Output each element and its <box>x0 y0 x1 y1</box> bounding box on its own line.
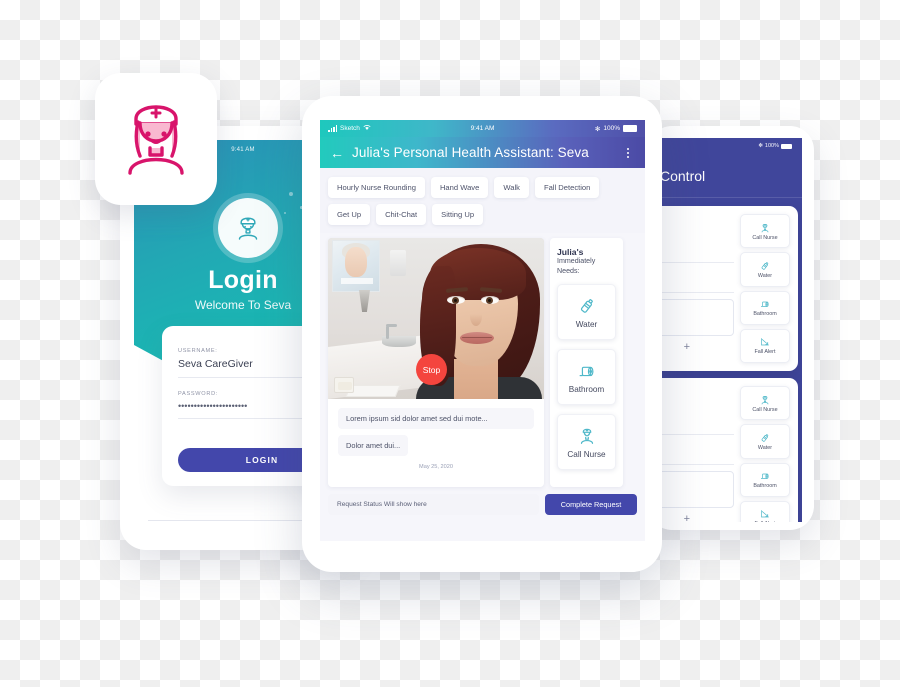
chip-fall-detection[interactable]: Fall Detection <box>534 177 600 198</box>
video-feed: Stop <box>328 238 544 399</box>
app-logo-tile <box>95 73 217 205</box>
conversation-panel: Stop Lorem ipsum sid dolor amet sed dui … <box>328 238 544 488</box>
nurse-icon <box>761 223 769 232</box>
chip-walk[interactable]: Walk <box>494 177 529 198</box>
action-chip-row: Hourly Nurse Rounding Hand Wave Walk Fal… <box>320 168 645 233</box>
candle-jar <box>334 377 354 393</box>
action-label: Call Nurse <box>752 406 778 413</box>
kebab-menu-icon[interactable] <box>621 146 635 160</box>
action-label: Fall Alert <box>754 349 776 356</box>
chip-hand-wave[interactable]: Hand Wave <box>430 177 489 198</box>
water-bottle-icon <box>761 434 769 442</box>
action-bathroom[interactable]: Bathroom <box>740 290 790 325</box>
faucet <box>386 324 397 339</box>
need-label: Call Nurse <box>567 450 606 460</box>
chip-sitting-up[interactable]: Sitting Up <box>432 204 484 225</box>
stop-button[interactable]: Stop <box>416 354 447 385</box>
action-label: Water <box>757 272 773 279</box>
message-list: Lorem ipsum sid dolor amet sed dui mote.… <box>328 399 544 480</box>
decor-dot <box>289 192 293 196</box>
control-phone-mockup: ✻ 100% Control OFFLINE ROOM NO: 603 PATI… <box>648 126 814 530</box>
message-date: May 25, 2020 <box>419 464 453 470</box>
status-bar: Sketch 9:41 AM ✻ 100% <box>320 120 645 137</box>
toilet-paper-icon <box>761 473 769 479</box>
carrier-label: Sketch <box>340 125 360 132</box>
bluetooth-icon: ✻ <box>594 125 601 133</box>
message-bubble: Lorem ipsum sid dolor amet sed dui mote.… <box>338 408 534 429</box>
assistant-phone-mockup: Sketch 9:41 AM ✻ 100% ← Julia's Personal… <box>302 96 662 572</box>
need-call-nurse-button[interactable]: Call Nurse <box>557 414 616 471</box>
action-label: Call Nurse <box>752 234 778 241</box>
water-bottle-icon <box>761 262 769 270</box>
footer-bar: Request Status Will show here Complete R… <box>320 487 645 516</box>
chip-hourly-nurse-rounding[interactable]: Hourly Nurse Rounding <box>328 177 425 198</box>
action-label: Fall Alert <box>755 521 776 522</box>
chip-chit-chat[interactable]: Chit-Chat <box>376 204 427 225</box>
water-bottle-icon <box>580 299 593 313</box>
control-screen: ✻ 100% Control OFFLINE ROOM NO: 603 PATI… <box>648 138 802 522</box>
wall-dispenser <box>390 250 406 276</box>
battery-icon <box>623 125 637 132</box>
status-time: 9:41 AM <box>470 125 495 132</box>
wall-poster <box>332 240 380 292</box>
needs-panel-subtitle: Immediately Needs: <box>557 257 596 275</box>
back-arrow-icon[interactable]: ← <box>330 145 352 161</box>
wifi-icon <box>363 124 371 133</box>
chip-get-up[interactable]: Get Up <box>328 204 371 225</box>
action-water[interactable]: Water <box>740 424 790 459</box>
room-card[interactable]: OFFLINE ROOM NO: 605 PATIENT: Robert + C… <box>648 378 798 522</box>
fall-alert-icon <box>761 338 769 346</box>
fall-alert-icon <box>761 510 769 518</box>
need-water-button[interactable]: Water <box>557 284 616 341</box>
action-label: Bathroom <box>753 483 777 490</box>
toilet-paper-icon <box>579 366 593 377</box>
need-label: Bathroom <box>568 385 605 395</box>
control-header-title: Control <box>660 168 706 184</box>
need-label: Water <box>575 320 598 330</box>
action-water[interactable]: Water <box>740 252 790 287</box>
nurse-avatar-icon <box>218 198 278 258</box>
nurse-logo-icon <box>128 105 184 175</box>
action-label: Bathroom <box>753 311 777 318</box>
room-card[interactable]: OFFLINE ROOM NO: 603 PATIENT: Peter + Ca… <box>648 206 798 371</box>
bluetooth-icon: ✻ <box>758 143 763 149</box>
assistant-body: Stop Lorem ipsum sid dolor amet sed dui … <box>320 233 645 488</box>
room-card-actions: Call Nurse Water Bathroom Fall Alert <box>740 214 790 363</box>
room-card-actions: Call Nurse Water Bathroom Fall Alert <box>740 386 790 522</box>
request-status-field: Request Status Will show here <box>328 494 539 516</box>
battery-icon <box>781 143 792 149</box>
control-status-bar: ✻ 100% <box>758 143 792 149</box>
assistant-screen: Sketch 9:41 AM ✻ 100% ← Julia's Personal… <box>320 120 645 541</box>
nurse-icon <box>761 395 769 404</box>
app-title: Julia's Personal Health Assistant: Seva <box>352 145 589 160</box>
nurse-icon <box>580 428 593 445</box>
action-fall-alert[interactable]: Fall Alert <box>740 328 790 363</box>
action-bathroom[interactable]: Bathroom <box>740 462 790 497</box>
message-bubble: Dolor amet dui... <box>338 435 409 456</box>
signal-icon <box>328 125 337 132</box>
action-call-nurse[interactable]: Call Nurse <box>740 386 790 421</box>
needs-panel-title: Julia's <box>557 247 584 257</box>
status-bar-right: ✻ 100% <box>534 125 637 133</box>
action-label: Water <box>757 444 773 451</box>
complete-request-button[interactable]: Complete Request <box>545 494 637 516</box>
action-fall-alert[interactable]: Fall Alert <box>740 500 790 522</box>
battery-percent: 100% <box>603 125 620 132</box>
needs-panel: Julia's Immediately Needs: Water Bathroo… <box>550 238 623 488</box>
battery-percent: 100% <box>764 143 779 149</box>
control-header-divider <box>648 197 802 198</box>
need-bathroom-button[interactable]: Bathroom <box>557 349 616 406</box>
status-bar-left: Sketch <box>328 124 431 133</box>
decor-dot <box>284 212 286 214</box>
mockup-stage: 9:41 AM Login Welcome To Seva USERNAME: … <box>0 0 900 687</box>
toilet-paper-icon <box>761 301 769 307</box>
app-bar: ← Julia's Personal Health Assistant: Sev… <box>320 137 645 168</box>
action-call-nurse[interactable]: Call Nurse <box>740 214 790 249</box>
